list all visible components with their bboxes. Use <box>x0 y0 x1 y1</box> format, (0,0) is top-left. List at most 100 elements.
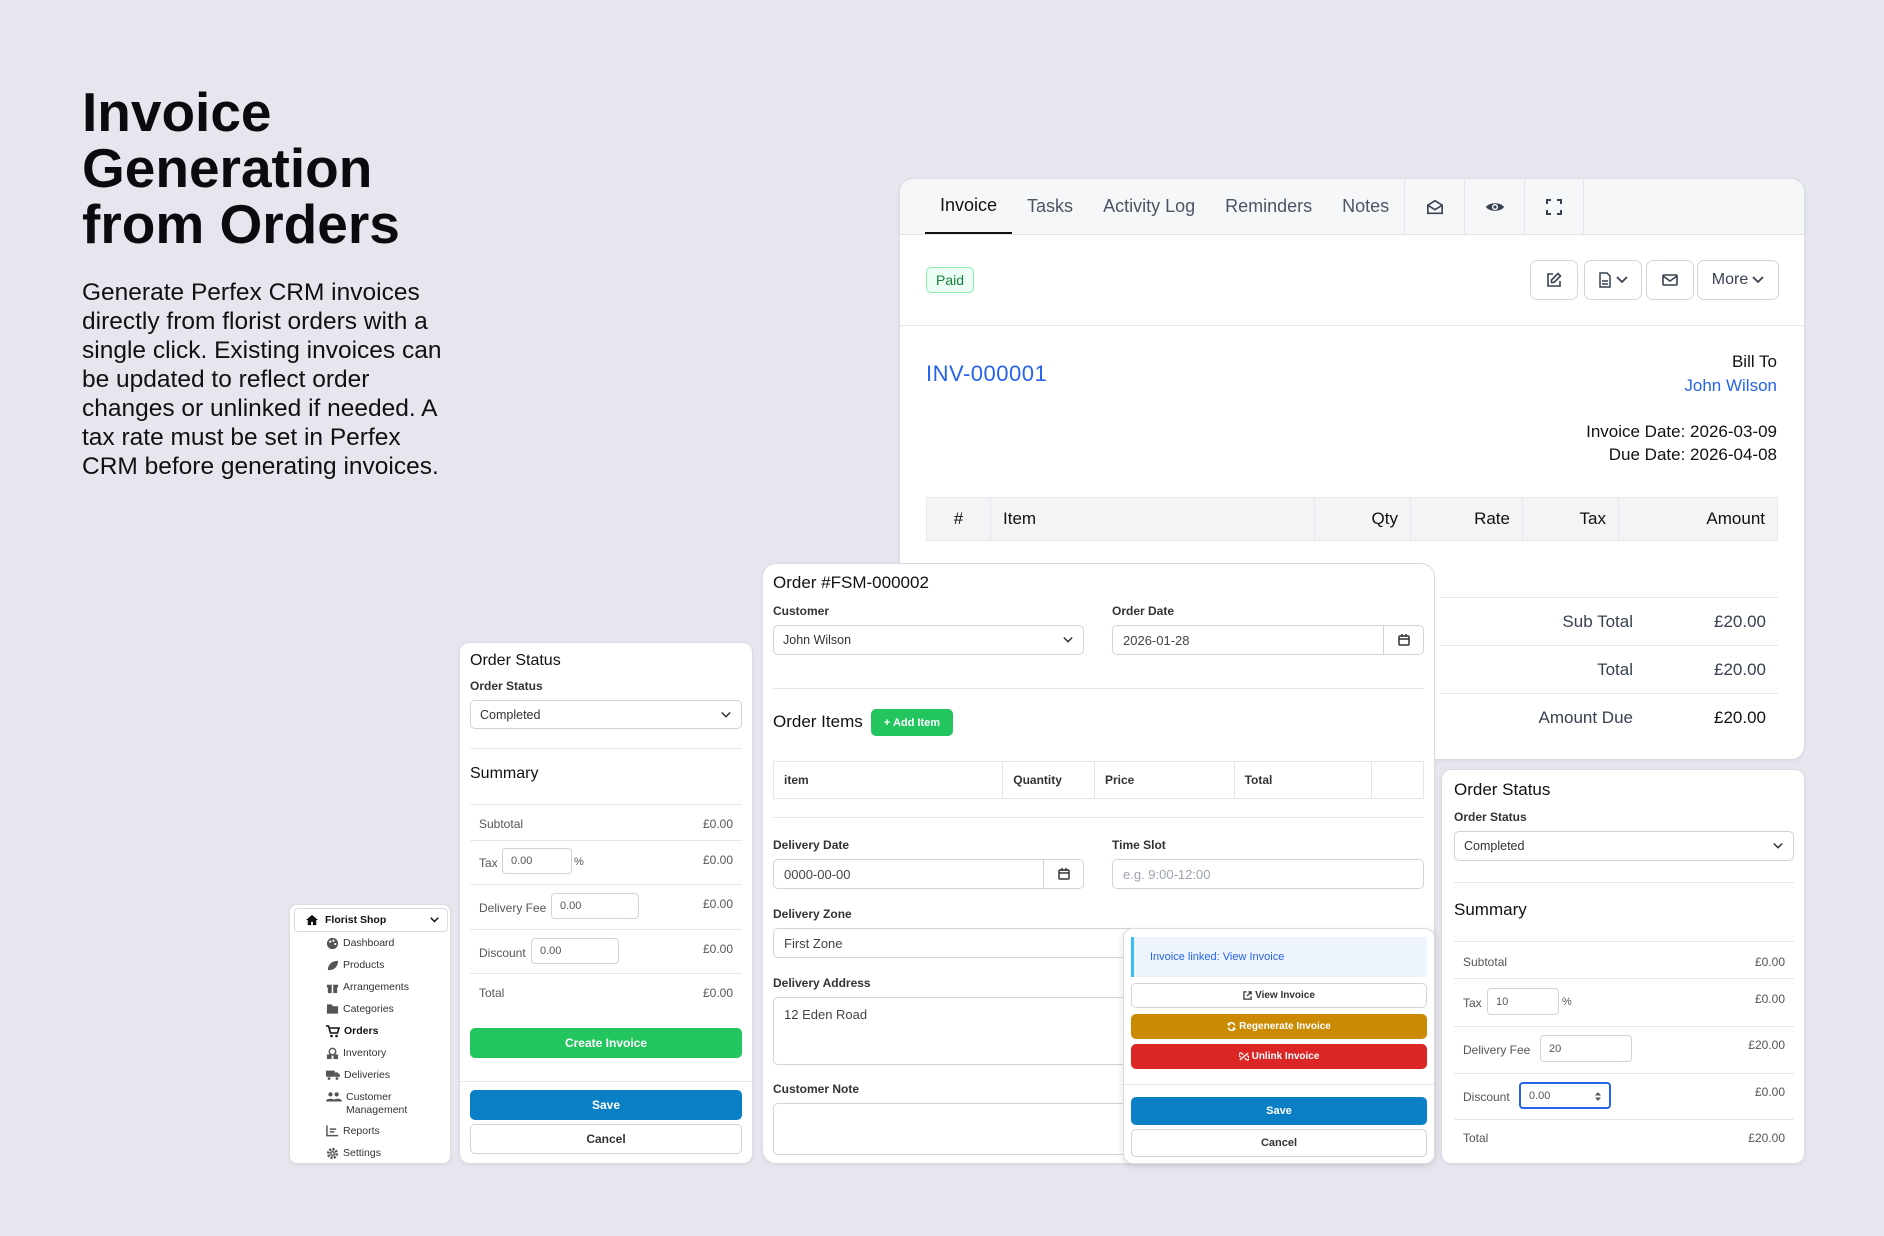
order-date-input[interactable]: 2026-01-28 <box>1112 625 1424 655</box>
calendar-icon[interactable] <box>1383 626 1423 654</box>
sidebar-item-reports[interactable]: Reports <box>326 1125 380 1138</box>
tab-reminders[interactable]: Reminders <box>1210 179 1327 234</box>
expand-icon[interactable] <box>1524 179 1585 234</box>
discount-input[interactable]: 0.00 <box>1519 1082 1611 1109</box>
col-quantity: Quantity <box>1003 762 1095 798</box>
order-status-select[interactable]: Completed <box>1454 831 1794 861</box>
delivery-fee-input[interactable]: 20 <box>1540 1035 1632 1062</box>
more-button[interactable]: More <box>1697 260 1779 300</box>
subtotal-label: Subtotal <box>479 817 524 831</box>
calendar-icon[interactable] <box>1043 860 1083 888</box>
order-title: Order #FSM-000002 <box>773 573 929 592</box>
discount-input[interactable]: 0.00 <box>531 938 619 964</box>
pdf-dropdown-button[interactable] <box>1584 260 1642 300</box>
sidebar-item-orders[interactable]: Orders <box>326 1025 378 1038</box>
tab-tasks[interactable]: Tasks <box>1012 179 1088 234</box>
sidebar: Florist Shop Dashboard Products Arrangem… <box>289 904 451 1164</box>
summary-title: Summary <box>1454 900 1527 919</box>
tab-invoice[interactable]: Invoice <box>925 179 1013 234</box>
invoice-actions-popup: Invoice linked: View Invoice View Invoic… <box>1123 928 1435 1164</box>
col-amount: Amount <box>1706 509 1765 528</box>
sub-total-row: Sub Total £20.00 <box>1440 597 1778 645</box>
customer-note-label: Customer Note <box>773 1082 860 1096</box>
order-status-label: Order Status <box>470 679 543 693</box>
email-button[interactable] <box>1646 260 1694 300</box>
save-button[interactable]: Save <box>1131 1097 1427 1125</box>
sidebar-item-inventory[interactable]: Inventory <box>326 1047 386 1060</box>
sidebar-item-label: Products <box>343 959 385 971</box>
total-value: £20.00 <box>1714 660 1766 679</box>
discount-amount: £0.00 <box>1754 1085 1785 1099</box>
envelope-open-icon[interactable] <box>1404 179 1464 234</box>
spinner-arrows-icon[interactable] <box>1595 1092 1601 1101</box>
regenerate-invoice-button[interactable]: Regenerate Invoice <box>1131 1014 1427 1039</box>
create-invoice-button[interactable]: Create Invoice <box>470 1028 742 1058</box>
col-item: item <box>774 762 1004 798</box>
tab-notes[interactable]: Notes <box>1327 179 1404 234</box>
delivery-fee-label: Delivery Fee <box>1463 1043 1531 1057</box>
summary-title: Summary <box>470 765 539 782</box>
cancel-button[interactable]: Cancel <box>1131 1129 1427 1157</box>
edit-button[interactable] <box>1530 260 1578 300</box>
delivery-zone-label: Delivery Zone <box>773 907 852 921</box>
delivery-date-value: 0000-00-00 <box>784 866 851 882</box>
time-slot-input[interactable]: e.g. 9:00-12:00 <box>1112 859 1424 889</box>
save-button[interactable]: Save <box>470 1090 742 1120</box>
chevron-down-icon <box>1616 276 1628 284</box>
unlink-invoice-button[interactable]: Unlink Invoice <box>1131 1044 1427 1069</box>
delivery-date-input[interactable]: 0000-00-00 <box>773 859 1084 889</box>
invoice-number[interactable]: INV-000001 <box>926 361 1047 387</box>
sidebar-item-label: Orders <box>344 1025 379 1037</box>
customer-select[interactable]: John Wilson <box>773 625 1084 655</box>
sidebar-item-dashboard[interactable]: Dashboard <box>326 937 394 950</box>
delivery-fee-amount: £0.00 <box>702 897 733 911</box>
sidebar-item-deliveries[interactable]: Deliveries <box>326 1069 390 1082</box>
sidebar-item-products[interactable]: Products <box>326 959 384 972</box>
sidebar-item-label: Deliveries <box>344 1069 391 1081</box>
col-actions <box>1372 762 1423 798</box>
total-value: £20.00 <box>1748 1131 1785 1145</box>
tax-input[interactable]: 0.00 <box>502 848 572 874</box>
users-icon <box>326 1092 342 1102</box>
sidebar-item-customer-management[interactable]: Customer Management <box>326 1091 436 1117</box>
leaf-icon <box>327 960 339 971</box>
unlink-icon <box>1238 1052 1249 1061</box>
chart-icon <box>326 1125 339 1137</box>
sidebar-item-label: Arrangements <box>343 981 409 993</box>
sub-total-value: £20.00 <box>1714 612 1766 631</box>
bill-to-customer-link[interactable]: John Wilson <box>1684 376 1777 396</box>
discount-label: Discount <box>479 946 526 960</box>
sidebar-item-label: Settings <box>343 1147 381 1159</box>
shop-name: Florist Shop <box>325 914 387 926</box>
col-price: Price <box>1095 762 1235 798</box>
add-item-button[interactable]: + Add Item <box>871 709 953 736</box>
delivery-fee-amount: £20.00 <box>1748 1038 1785 1052</box>
col-item: Item <box>991 498 1315 540</box>
cancel-button[interactable]: Cancel <box>470 1124 742 1154</box>
boxes-icon <box>326 1047 339 1060</box>
regenerate-invoice-label: Regenerate Invoice <box>1239 1021 1331 1032</box>
tax-input[interactable]: 10 <box>1487 988 1559 1015</box>
order-status-select[interactable]: Completed <box>470 700 742 729</box>
amount-due-value: £20.00 <box>1714 708 1766 727</box>
total-label: Total <box>1463 1131 1489 1145</box>
col-tax: Tax <box>1523 498 1619 540</box>
tax-label: Tax <box>1463 996 1482 1010</box>
subtotal-label: Subtotal <box>1463 955 1508 969</box>
chevron-down-icon <box>721 711 731 718</box>
shop-selector[interactable]: Florist Shop <box>294 908 448 932</box>
due-date: Due Date: 2026-04-08 <box>1608 445 1777 464</box>
tax-unit: % <box>1562 996 1572 1008</box>
delivery-fee-input[interactable]: 0.00 <box>551 893 639 919</box>
time-slot-label: Time Slot <box>1112 838 1166 852</box>
sidebar-item-categories[interactable]: Categories <box>326 1003 394 1016</box>
sidebar-item-settings[interactable]: Settings <box>326 1147 381 1160</box>
tab-activity-log[interactable]: Activity Log <box>1088 179 1210 234</box>
sidebar-item-arrangements[interactable]: Arrangements <box>326 981 409 994</box>
order-items-header: item Quantity Price Total <box>773 761 1424 799</box>
view-invoice-button[interactable]: View Invoice <box>1131 983 1427 1008</box>
eye-icon[interactable] <box>1464 179 1524 234</box>
order-status-label: Order Status <box>1454 810 1527 824</box>
customer-value: John Wilson <box>783 633 852 647</box>
invoice-linked-alert[interactable]: Invoice linked: View Invoice <box>1131 937 1427 977</box>
